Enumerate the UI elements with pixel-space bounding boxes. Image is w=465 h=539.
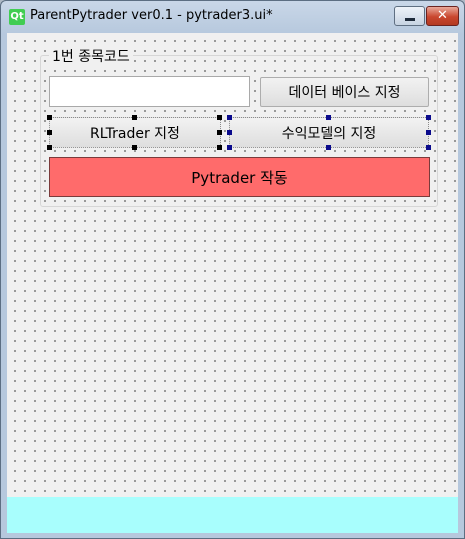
- pytrader-run-button[interactable]: Pytrader 작동: [49, 157, 430, 197]
- close-button[interactable]: ✕: [426, 6, 459, 26]
- database-select-button[interactable]: 데이터 베이스 지정: [260, 77, 429, 107]
- title-bar[interactable]: Qt ParentPytrader ver0.1 - pytrader3.ui*…: [1, 1, 464, 33]
- designer-form-window: Qt ParentPytrader ver0.1 - pytrader3.ui*…: [0, 0, 465, 539]
- selection-handle[interactable]: [326, 145, 331, 150]
- selection-handle[interactable]: [326, 115, 331, 120]
- qt-logo-icon: Qt: [9, 9, 25, 25]
- selection-handle[interactable]: [227, 115, 232, 120]
- stock-code-input[interactable]: [49, 76, 250, 107]
- selection-handle[interactable]: [426, 130, 431, 135]
- selection-handle[interactable]: [132, 145, 137, 150]
- groupbox-title: 1번 종목코드: [49, 46, 133, 66]
- minimize-button[interactable]: [394, 6, 425, 26]
- selection-handle[interactable]: [132, 115, 137, 120]
- selection-handle[interactable]: [426, 145, 431, 150]
- selection-handle[interactable]: [47, 130, 52, 135]
- status-bar: [7, 497, 458, 533]
- selection-handle[interactable]: [426, 115, 431, 120]
- selection-handle[interactable]: [227, 130, 232, 135]
- rltrader-select-button[interactable]: RLTrader 지정: [49, 117, 221, 148]
- form-canvas[interactable]: 1번 종목코드 데이터 베이스 지정 RLTrader 지정 수익모델의 지정 …: [7, 33, 458, 497]
- selection-handle[interactable]: [217, 130, 222, 135]
- window-title: ParentPytrader ver0.1 - pytrader3.ui*: [30, 8, 273, 23]
- selection-handle[interactable]: [47, 145, 52, 150]
- selection-handle[interactable]: [227, 145, 232, 150]
- close-icon: ✕: [437, 8, 448, 23]
- selection-handle[interactable]: [217, 145, 222, 150]
- selection-handle[interactable]: [217, 115, 222, 120]
- selection-handle[interactable]: [47, 115, 52, 120]
- profit-model-select-button[interactable]: 수익모델의 지정: [229, 117, 429, 148]
